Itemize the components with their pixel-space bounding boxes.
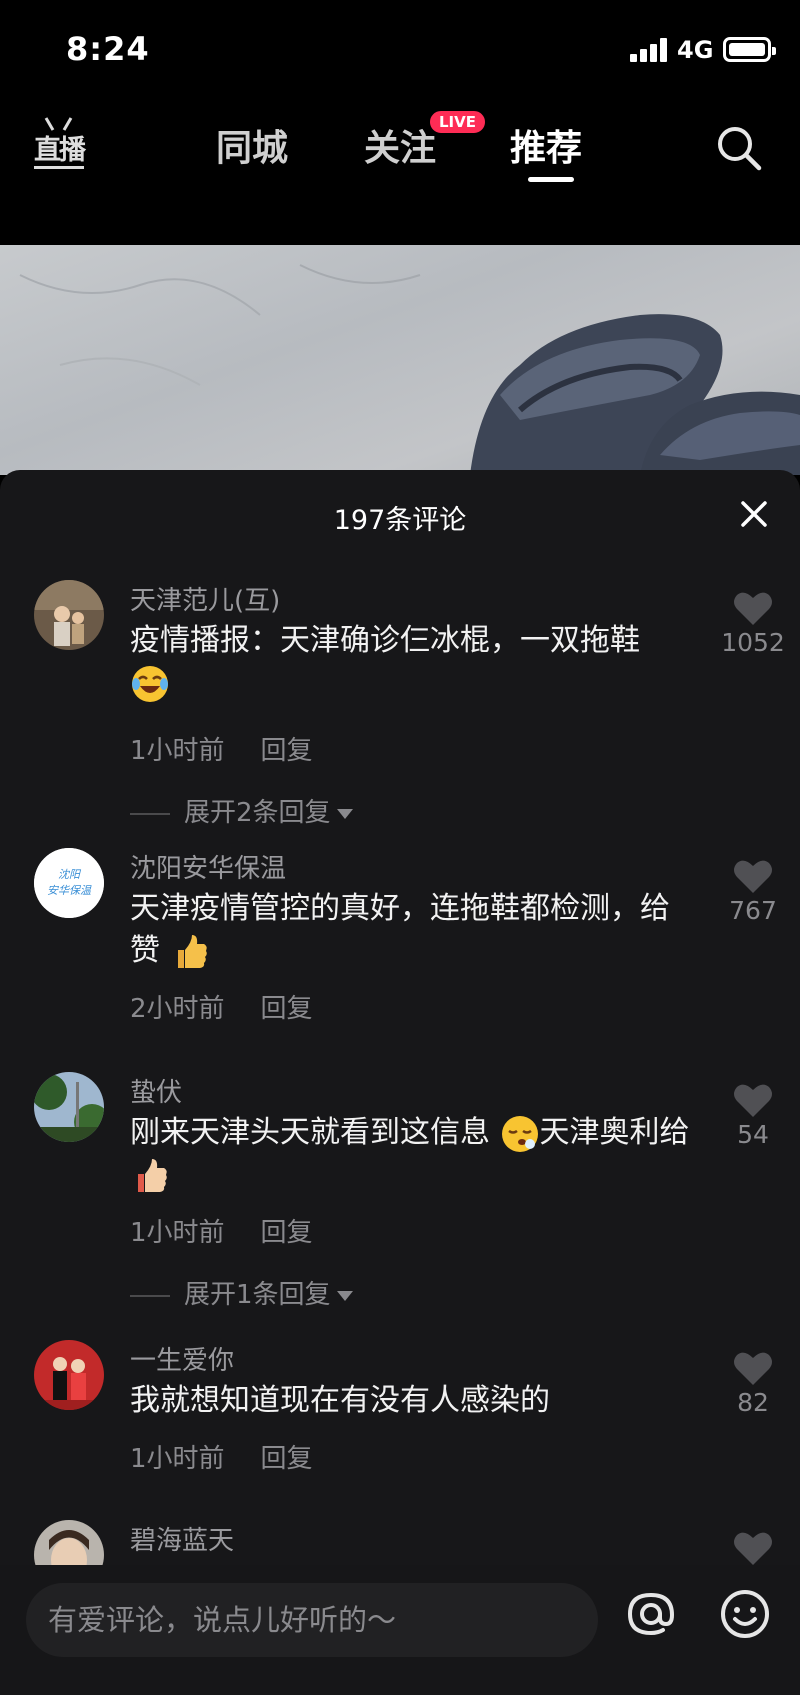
comment-meta: 1小时前 回复 [130,1212,313,1249]
heart-icon [734,860,772,893]
expand-replies[interactable]: 展开1条回复 [130,1274,353,1311]
comment-meta: 1小时前 回复 [130,730,313,767]
search-icon[interactable] [716,125,762,171]
comment-text: 刚来天津头天就看到这信息 天津奥利给 [130,1112,690,1196]
live-tv-icon[interactable]: 直播 [34,117,86,169]
avatar[interactable] [34,1340,104,1410]
comment-meta: 2小时前 回复 [130,988,313,1025]
comment-text: 我就想知道现在有没有人感染的 [130,1383,550,1418]
top-nav: 直播 同城 关注 LIVE 推荐 [0,95,800,245]
live-badge: LIVE [428,109,487,135]
reply-button[interactable]: 回复 [261,736,313,766]
thumbs-up-emoji-icon [177,934,207,968]
network-type: 4G [677,36,714,64]
at-icon[interactable] [624,1587,678,1641]
comment-text: 天津疫情管控的真好，连拖鞋都检测，给赞 [130,888,690,972]
expand-replies-label: 展开2条回复 [184,798,331,828]
comment-time: 1小时前 [130,1218,225,1248]
comment-username[interactable]: 蛰伏 [130,1072,182,1109]
avatar-text-top: 沈阳 [58,868,82,881]
comment-input[interactable] [26,1583,598,1657]
reply-button[interactable]: 回复 [261,1218,313,1248]
like-button[interactable]: 767 [720,858,786,925]
comment-text-part-b: 天津奥利给 [539,1115,690,1150]
reply-button[interactable]: 回复 [261,1444,313,1474]
status-bar: 8:24 4G [0,0,800,95]
like-button[interactable] [720,1530,786,1566]
comment-time: 2小时前 [130,994,225,1024]
heart-icon [734,1352,772,1385]
expand-replies[interactable]: 展开2条回复 [130,792,353,829]
avatar[interactable] [34,1072,104,1142]
like-count: 767 [729,896,777,925]
comment-time: 1小时前 [130,1444,225,1474]
chevron-down-icon [336,808,353,819]
sleepy-face-emoji-icon [501,1115,538,1152]
tab-following[interactable]: 关注 [364,119,436,171]
avatar-text-bottom: 安华保温 [47,884,92,897]
thumbs-up-emoji-icon [138,1158,167,1192]
like-button[interactable]: 54 [720,1082,786,1149]
status-time: 8:24 [66,30,150,68]
comment-username[interactable]: 天津范儿(互) [130,580,280,617]
slippers-image [19,264,800,475]
comments-panel: 197条评论 天津范儿(互) 疫情播报：天津确诊仨冰棍，一双拖鞋 1小时前 回复… [0,470,800,1695]
comment-meta: 1小时前 回复 [130,1438,313,1475]
heart-icon [734,1084,772,1117]
comments-count-title: 197条评论 [333,505,467,536]
like-count: 54 [737,1120,769,1149]
heart-icon [734,1532,772,1565]
comment-time: 1小时前 [130,736,225,766]
live-label: 直播 [34,129,86,169]
tab-nearby[interactable]: 同城 [216,119,288,171]
comment-username[interactable]: 一生爱你 [130,1340,234,1377]
signal-icon [630,38,668,62]
comment-username[interactable]: 碧海蓝天 [130,1520,234,1557]
video-preview[interactable] [0,245,800,475]
comment-text-body: 天津疫情管控的真好，连拖鞋都检测，给赞 [130,891,670,968]
comment-text: 疫情播报：天津确诊仨冰棍，一双拖鞋 [130,620,690,704]
tab-recommended[interactable]: 推荐 [510,119,582,171]
comment-username[interactable]: 沈阳安华保温 [130,848,286,885]
like-button[interactable]: 1052 [720,590,786,657]
avatar[interactable]: 沈阳 安华保温 [34,848,104,918]
comment-text-part-a: 刚来天津头天就看到这信息 [130,1115,490,1150]
reply-button[interactable]: 回复 [261,994,313,1024]
expand-replies-label: 展开1条回复 [184,1280,331,1310]
close-icon[interactable] [740,500,768,528]
comment-text-body: 疫情播报：天津确诊仨冰棍，一双拖鞋 [130,623,640,658]
like-button[interactable]: 82 [720,1350,786,1417]
laughing-crying-emoji-icon [132,665,168,702]
heart-icon [734,592,772,625]
chevron-down-icon [336,1290,353,1301]
battery-icon [723,37,776,62]
comment-input-bar [0,1565,800,1695]
active-tab-indicator [528,177,574,182]
like-count: 1052 [721,628,785,657]
emoji-icon[interactable] [718,1587,772,1641]
avatar[interactable] [34,580,104,650]
like-count: 82 [737,1388,769,1417]
